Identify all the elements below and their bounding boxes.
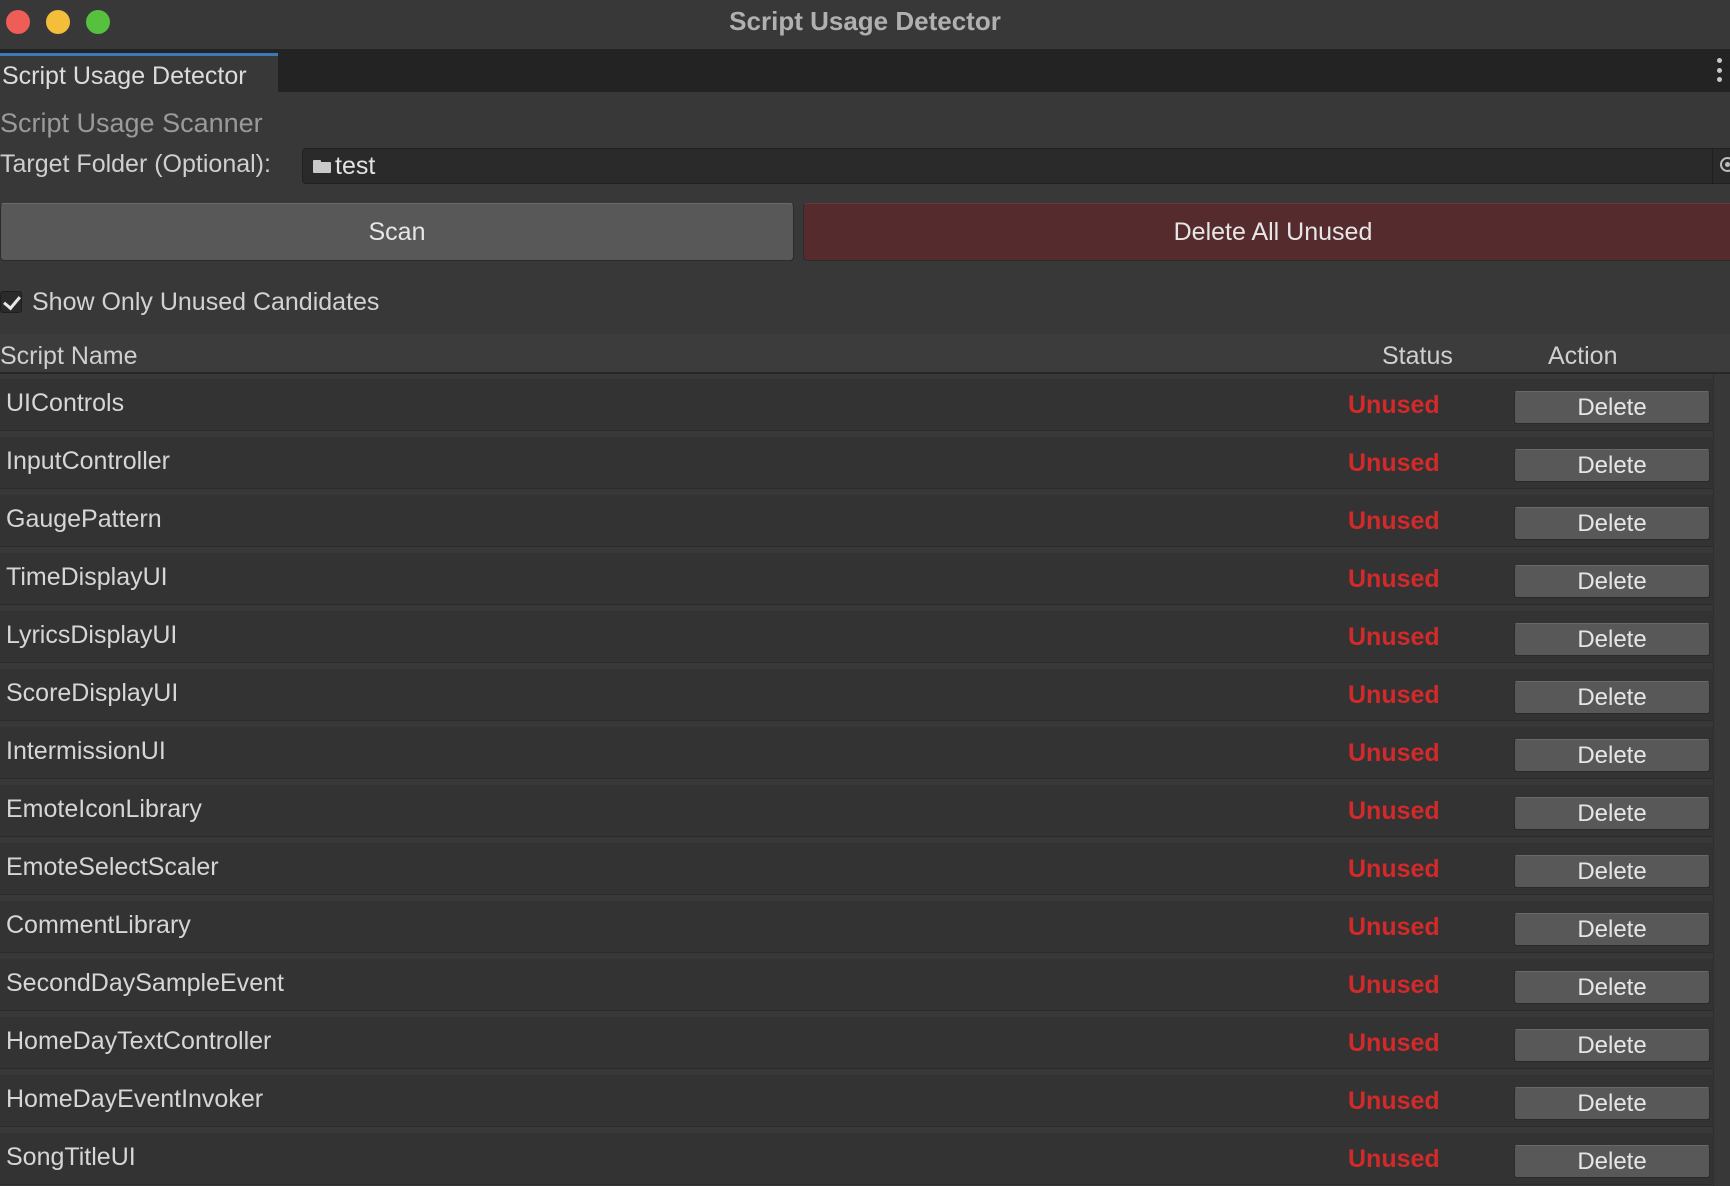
script-list: UIControls Unused Delete InputController… bbox=[0, 379, 1730, 1186]
status-label: Unused bbox=[1348, 913, 1440, 941]
script-name: LyricsDisplayUI bbox=[6, 621, 178, 649]
show-only-unused-checkbox[interactable] bbox=[0, 291, 22, 313]
status-label: Unused bbox=[1348, 623, 1440, 651]
editor-window: Script Usage Detector Script Usage Detec… bbox=[0, 0, 1730, 1186]
script-name: UIControls bbox=[6, 389, 125, 417]
delete-button[interactable]: Delete bbox=[1514, 507, 1710, 540]
table-header: Script Name Status Action bbox=[0, 334, 1730, 374]
checkmark-icon bbox=[3, 291, 21, 311]
more-menu-icon[interactable] bbox=[1716, 58, 1722, 82]
show-only-unused-label: Show Only Unused Candidates bbox=[32, 287, 380, 316]
script-name: TimeDisplayUI bbox=[6, 563, 168, 591]
column-header-action: Action bbox=[1548, 342, 1618, 370]
status-label: Unused bbox=[1348, 565, 1440, 593]
table-row: GaugePattern Unused Delete bbox=[0, 495, 1730, 547]
table-row: InputController Unused Delete bbox=[0, 437, 1730, 489]
status-label: Unused bbox=[1348, 1087, 1440, 1115]
table-row: TimeDisplayUI Unused Delete bbox=[0, 553, 1730, 605]
table-row: CommentLibrary Unused Delete bbox=[0, 901, 1730, 953]
column-header-script-name: Script Name bbox=[0, 342, 138, 370]
table-row: UIControls Unused Delete bbox=[0, 379, 1730, 431]
table-row: EmoteSelectScaler Unused Delete bbox=[0, 843, 1730, 895]
delete-button[interactable]: Delete bbox=[1514, 1029, 1710, 1062]
delete-button[interactable]: Delete bbox=[1514, 449, 1710, 482]
table-row: HomeDayTextController Unused Delete bbox=[0, 1017, 1730, 1069]
table-row: LyricsDisplayUI Unused Delete bbox=[0, 611, 1730, 663]
status-label: Unused bbox=[1348, 1029, 1440, 1057]
status-label: Unused bbox=[1348, 507, 1440, 535]
status-label: Unused bbox=[1348, 391, 1440, 419]
delete-button[interactable]: Delete bbox=[1514, 855, 1710, 888]
tab-strip: Script Usage Detector bbox=[0, 50, 1730, 92]
script-name: InputController bbox=[6, 447, 170, 475]
delete-button[interactable]: Delete bbox=[1514, 565, 1710, 598]
status-label: Unused bbox=[1348, 971, 1440, 999]
title-bar: Script Usage Detector bbox=[0, 0, 1730, 50]
table-row: EmoteIconLibrary Unused Delete bbox=[0, 785, 1730, 837]
delete-button[interactable]: Delete bbox=[1514, 971, 1710, 1004]
script-name: GaugePattern bbox=[6, 505, 162, 533]
script-name: ScoreDisplayUI bbox=[6, 679, 179, 707]
scan-button[interactable]: Scan bbox=[0, 203, 794, 261]
delete-button[interactable]: Delete bbox=[1514, 623, 1710, 656]
script-name: HomeDayEventInvoker bbox=[6, 1085, 264, 1113]
show-only-unused-toggle[interactable]: Show Only Unused Candidates bbox=[0, 286, 379, 318]
delete-button[interactable]: Delete bbox=[1514, 913, 1710, 946]
script-name: SecondDaySampleEvent bbox=[6, 969, 284, 997]
script-name: HomeDayTextController bbox=[6, 1027, 272, 1055]
window-title: Script Usage Detector bbox=[729, 6, 1001, 36]
status-label: Unused bbox=[1348, 449, 1440, 477]
column-header-status: Status bbox=[1382, 342, 1453, 370]
table-row: SecondDaySampleEvent Unused Delete bbox=[0, 959, 1730, 1011]
status-label: Unused bbox=[1348, 855, 1440, 883]
folder-icon bbox=[313, 160, 331, 173]
status-label: Unused bbox=[1348, 739, 1440, 767]
tab-script-usage-detector[interactable]: Script Usage Detector bbox=[0, 53, 278, 92]
table-row: HomeDayEventInvoker Unused Delete bbox=[0, 1075, 1730, 1127]
script-name: CommentLibrary bbox=[6, 911, 191, 939]
delete-all-unused-button[interactable]: Delete All Unused bbox=[803, 203, 1730, 261]
delete-button[interactable]: Delete bbox=[1514, 797, 1710, 830]
delete-button[interactable]: Delete bbox=[1514, 391, 1710, 424]
delete-button[interactable]: Delete bbox=[1514, 1087, 1710, 1120]
script-name: SongTitleUI bbox=[6, 1143, 136, 1171]
table-row: SongTitleUI Unused Delete bbox=[0, 1133, 1730, 1185]
status-label: Unused bbox=[1348, 1145, 1440, 1173]
target-folder-field[interactable]: test bbox=[302, 148, 1730, 184]
script-name: EmoteIconLibrary bbox=[6, 795, 202, 823]
script-name: IntermissionUI bbox=[6, 737, 166, 765]
target-folder-value: test bbox=[335, 152, 376, 180]
delete-button[interactable]: Delete bbox=[1514, 681, 1710, 714]
table-row: ScoreDisplayUI Unused Delete bbox=[0, 669, 1730, 721]
target-folder-label: Target Folder (Optional): bbox=[0, 150, 271, 178]
object-picker-icon[interactable] bbox=[1712, 149, 1730, 183]
delete-button[interactable]: Delete bbox=[1514, 1145, 1710, 1178]
delete-button[interactable]: Delete bbox=[1514, 739, 1710, 772]
status-label: Unused bbox=[1348, 797, 1440, 825]
table-row: IntermissionUI Unused Delete bbox=[0, 727, 1730, 779]
section-title: Script Usage Scanner bbox=[0, 108, 263, 138]
status-label: Unused bbox=[1348, 681, 1440, 709]
vertical-scrollbar[interactable] bbox=[1713, 374, 1730, 1186]
tab-label: Script Usage Detector bbox=[2, 62, 247, 90]
script-name: EmoteSelectScaler bbox=[6, 853, 219, 881]
